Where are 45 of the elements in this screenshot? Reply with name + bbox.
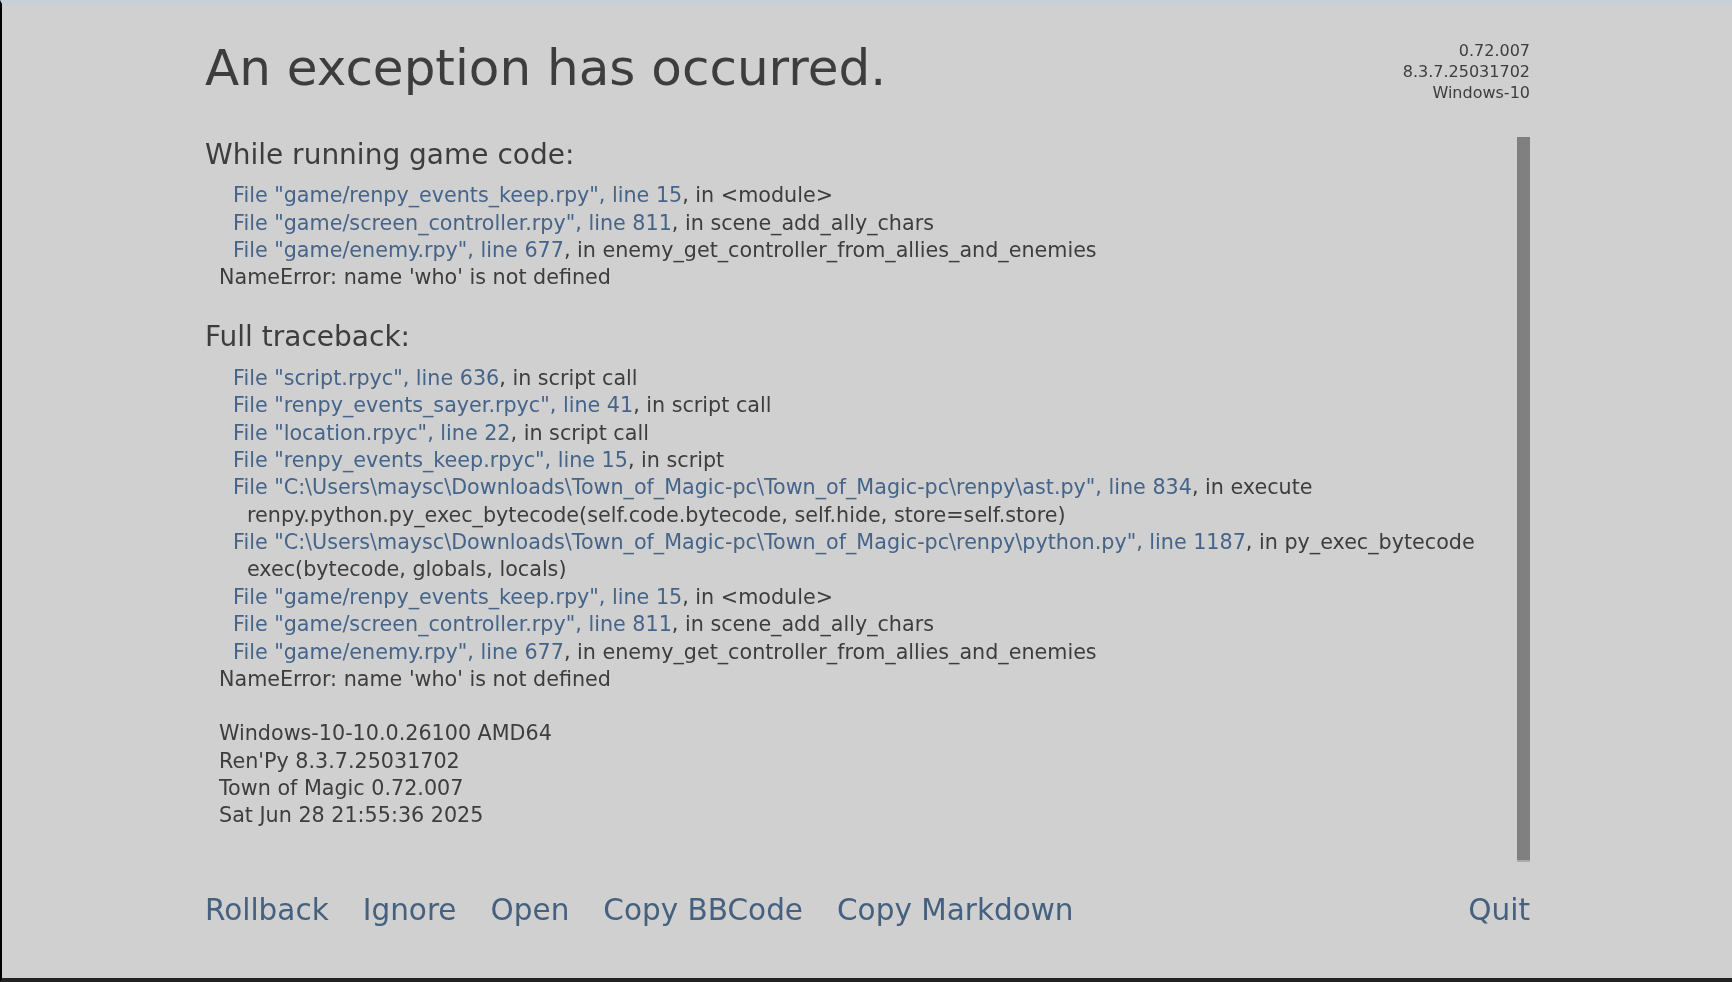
exception-title: An exception has occurred. <box>205 38 887 98</box>
traceback-line: File "script.rpyc", line 636, in script call <box>233 365 638 390</box>
section-heading: Full traceback: <box>205 320 411 354</box>
section-heading: While running game code: <box>205 138 575 171</box>
code-line: renpy.python.py_exec_bytecode(self.code.bytecode, self.hide, store=self.store) <box>247 502 1066 527</box>
footer-button[interactable]: Open <box>490 892 570 928</box>
file-link[interactable]: File "location.rpyc", line 22 <box>233 420 511 445</box>
footer-button[interactable]: Ignore <box>362 892 457 928</box>
file-link[interactable]: File "game/screen_controller.rpy", line 811 <box>233 210 672 235</box>
file-link[interactable]: File "C:\Users\maysc\Downloads\Town_of_Magic-pc\Town_of_Magic-pc\renpy\ast.py", line 834 <box>233 475 1192 500</box>
traceback-line: File "location.rpyc", line 22, in script call <box>233 420 649 445</box>
file-link[interactable]: File "C:\Users\maysc\Downloads\Town_of_Magic-pc\Town_of_Magic-pc\renpy\python.py", line 1187 <box>233 530 1246 555</box>
traceback-line: File "game/enemy.rpy", line 677, in enemy_get_controller_from_allies_and_enemies <box>233 639 1097 664</box>
file-link[interactable]: File "game/screen_controller.rpy", line 811 <box>233 612 672 637</box>
system-info-line: Town of Magic 0.72.007 <box>219 776 464 800</box>
traceback-line: File "game/screen_controller.rpy", line 811, in scene_add_ally_chars <box>233 612 934 637</box>
file-link[interactable]: File "renpy_events_sayer.rpyc", line 41 <box>233 393 634 418</box>
file-link[interactable]: File "game/enemy.rpy", line 677 <box>233 238 564 263</box>
traceback-line: File "C:\Users\maysc\Downloads\Town_of_Magic-pc\Town_of_Magic-pc\renpy\ast.py", line 834, in execute <box>233 475 1313 500</box>
system-info-line: Windows-10-10.0.26100 AMD64 <box>219 721 552 746</box>
footer-button[interactable]: Copy BBCode <box>603 892 803 928</box>
traceback-line: File "game/renpy_events_keep.rpy", line 15, in <module> <box>233 584 833 609</box>
traceback-line: File "game/enemy.rpy", line 677, in enemy_get_controller_from_allies_and_enemies <box>233 238 1097 263</box>
system-info-line: Ren'Py 8.3.7.25031702 <box>219 748 460 773</box>
footer-button[interactable]: Copy Markdown <box>837 892 1074 928</box>
version-text: 0.72.007 <box>1458 40 1530 61</box>
traceback-line: File "C:\Users\maysc\Downloads\Town_of_Magic-pc\Town_of_Magic-pc\renpy\python.py", line 1187, in py_exec_bytecode <box>233 530 1475 555</box>
version-text: 8.3.7.25031702 <box>1402 61 1530 82</box>
file-link[interactable]: File "game/renpy_events_keep.rpy", line 15 <box>233 183 683 208</box>
traceback-line: File "game/screen_controller.rpy", line 811, in scene_add_ally_chars <box>233 210 934 235</box>
file-link[interactable]: File "renpy_events_keep.rpyc", line 15 <box>233 447 628 472</box>
scrollbar-thumb[interactable] <box>1517 137 1530 862</box>
traceback-line: File "renpy_events_keep.rpyc", line 15, in script <box>233 447 725 472</box>
system-info-line: Sat Jun 28 21:55:36 2025 <box>219 803 484 828</box>
error-message: NameError: name 'who' is not defined <box>219 667 611 692</box>
error-message: NameError: name 'who' is not defined <box>219 265 611 290</box>
quit-button[interactable]: Quit <box>1468 892 1530 928</box>
footer-button[interactable]: Rollback <box>205 892 329 928</box>
code-line: exec(bytecode, globals, locals) <box>247 557 567 582</box>
file-link[interactable]: File "script.rpyc", line 636 <box>233 365 500 390</box>
file-link[interactable]: File "game/renpy_events_keep.rpy", line 15 <box>233 584 683 609</box>
traceback-line: File "game/renpy_events_keep.rpy", line 15, in <module> <box>233 183 833 208</box>
version-text: Windows-10 <box>1432 82 1530 103</box>
traceback-line: File "renpy_events_sayer.rpyc", line 41, in script call <box>233 393 772 418</box>
file-link[interactable]: File "game/enemy.rpy", line 677 <box>233 639 564 664</box>
